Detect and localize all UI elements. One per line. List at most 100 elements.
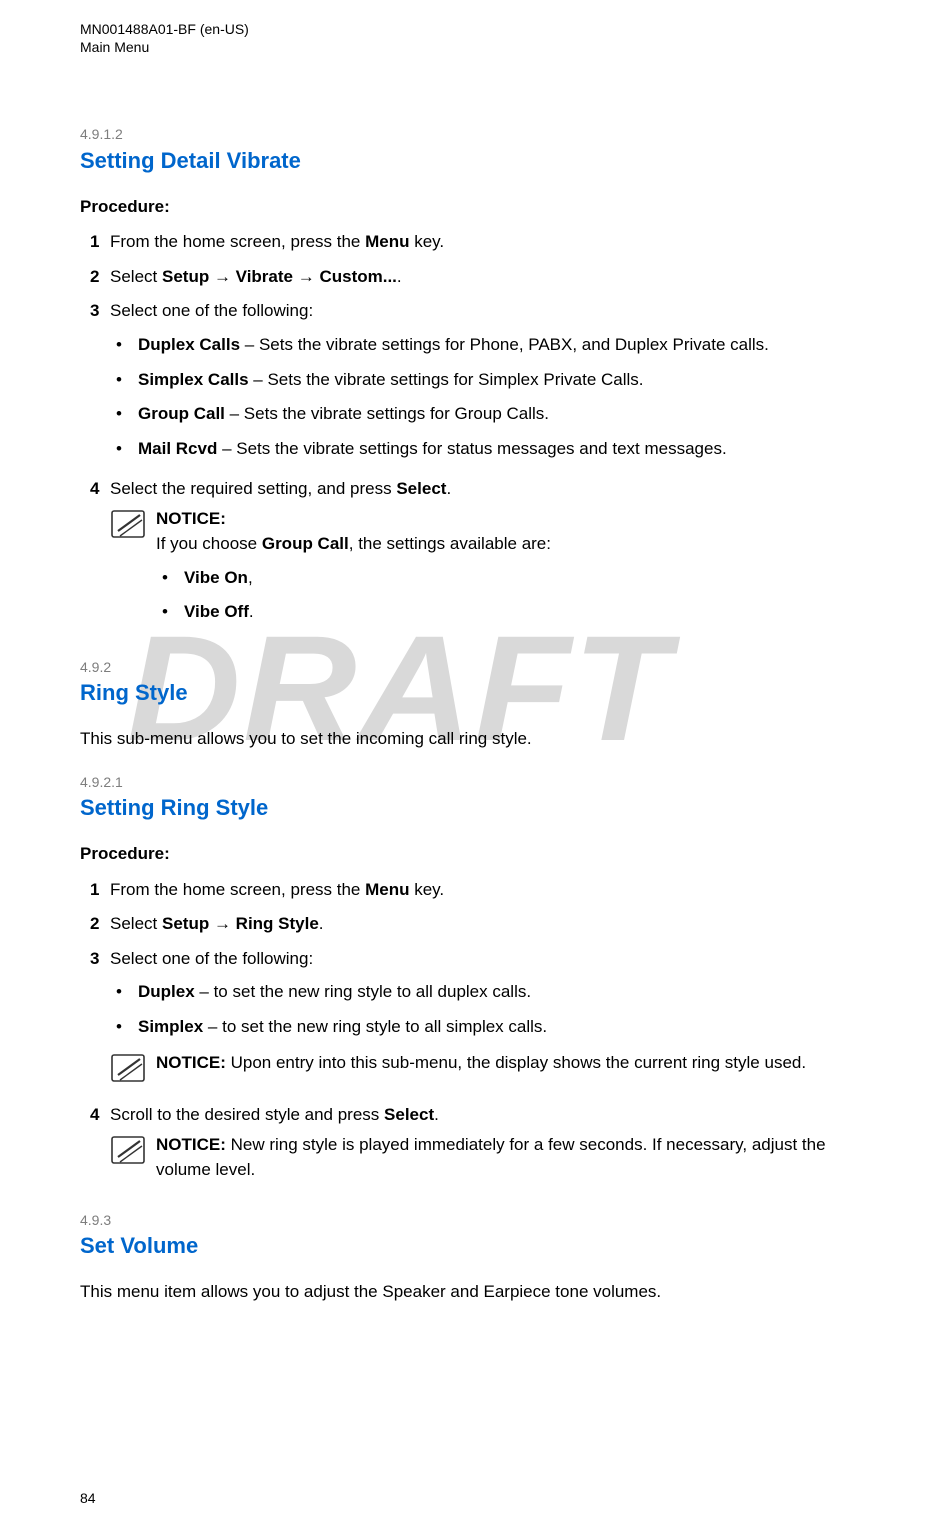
option-name: Duplex [138, 982, 195, 1001]
option-name: Group Call [262, 534, 349, 553]
notice-text: If you choose Group Call, the settings a… [156, 532, 868, 557]
text: key. [410, 880, 445, 899]
option-name: Mail Rcvd [138, 439, 217, 458]
section-number: 4.9.1.2 [80, 124, 868, 144]
section-title: Setting Ring Style [80, 792, 868, 824]
option-text: Group Call – Sets the vibrate settings f… [138, 402, 868, 427]
step-text: Select the required setting, and press S… [110, 479, 451, 498]
notice-icon [110, 507, 156, 630]
notice-icon [110, 1051, 156, 1083]
text: – to set the new ring style to all duple… [195, 982, 531, 1001]
bullet: • [156, 600, 184, 625]
section-title: Setting Detail Vibrate [80, 145, 868, 177]
notice-label: NOTICE: [156, 1053, 226, 1072]
text: → [293, 267, 319, 286]
step-number: 4 [80, 1103, 110, 1183]
page-header: MN001488A01-BF (en-US) Main Menu [80, 20, 868, 56]
step-number: 2 [80, 265, 110, 290]
step-text: Select one of the following: [110, 301, 313, 320]
section-title: Set Volume [80, 1230, 868, 1262]
section-number: 4.9.3 [80, 1210, 868, 1230]
key-name: Select [396, 479, 446, 498]
key-name: Menu [365, 880, 409, 899]
text: Select [110, 914, 162, 933]
option-name: Group Call [138, 404, 225, 423]
notice-icon [110, 1133, 156, 1182]
text: From the home screen, press the [110, 232, 365, 251]
bullet: • [110, 402, 138, 427]
step-text: From the home screen, press the Menu key… [110, 230, 868, 255]
notice-body: NOTICE: New ring style is played immedia… [156, 1133, 868, 1182]
step: 3 Select one of the following: •Duplex –… [80, 942, 868, 1088]
text: – Sets the vibrate settings for Phone, P… [240, 335, 769, 354]
option-text: Vibe Off. [184, 600, 868, 625]
text: . [319, 914, 324, 933]
menu-path-item: Vibrate [236, 267, 293, 286]
bullet: • [110, 980, 138, 1005]
option-text: Simplex Calls – Sets the vibrate setting… [138, 368, 868, 393]
section-title: Ring Style [80, 677, 868, 709]
text: Scroll to the desired style and press [110, 1105, 384, 1124]
option-text: Duplex Calls – Sets the vibrate settings… [138, 333, 868, 358]
step: 4 Scroll to the desired style and press … [80, 1098, 868, 1188]
step-number: 3 [80, 947, 110, 1083]
bullet: • [110, 368, 138, 393]
text: key. [410, 232, 445, 251]
option-text: Mail Rcvd – Sets the vibrate settings fo… [138, 437, 868, 462]
option-name: Simplex Calls [138, 370, 249, 389]
document-page: MN001488A01-BF (en-US) Main Menu 4.9.1.2… [0, 0, 868, 1305]
section-number: 4.9.2.1 [80, 772, 868, 792]
menu-path-item: Setup [162, 267, 209, 286]
list-item: •Duplex Calls – Sets the vibrate setting… [110, 328, 868, 363]
list-item: •Simplex – to set the new ring style to … [110, 1010, 868, 1045]
list-item: •Simplex Calls – Sets the vibrate settin… [110, 363, 868, 398]
text: . [249, 602, 254, 621]
section-number: 4.9.2 [80, 657, 868, 677]
text: → [209, 914, 235, 933]
procedure-steps: 1 From the home screen, press the Menu k… [80, 225, 868, 635]
list-item: •Vibe On, [156, 561, 868, 596]
step-text: Select Setup → Ring Style. [110, 912, 868, 937]
list-item: •Group Call – Sets the vibrate settings … [110, 397, 868, 432]
notice-label: NOTICE: [156, 1135, 226, 1154]
key-name: Menu [365, 232, 409, 251]
section-description: This menu item allows you to adjust the … [80, 1280, 868, 1305]
step: 2 Select Setup → Ring Style. [80, 907, 868, 942]
option-list: •Duplex – to set the new ring style to a… [110, 975, 868, 1044]
bullet: • [110, 333, 138, 358]
notice-body: NOTICE: Upon entry into this sub-menu, t… [156, 1051, 868, 1083]
procedure-label: Procedure: [80, 195, 868, 220]
option-text: Vibe On, [184, 566, 868, 591]
procedure-label: Procedure: [80, 842, 868, 867]
step-body: Select the required setting, and press S… [110, 477, 868, 630]
step: 1 From the home screen, press the Menu k… [80, 225, 868, 260]
option-name: Vibe On [184, 568, 248, 587]
step-text: From the home screen, press the Menu key… [110, 878, 868, 903]
step-number: 2 [80, 912, 110, 937]
option-text: Simplex – to set the new ring style to a… [138, 1015, 868, 1040]
step-number: 1 [80, 230, 110, 255]
text: – Sets the vibrate settings for Simplex … [249, 370, 644, 389]
doc-section: Main Menu [80, 38, 868, 56]
notice-block: NOTICE: If you choose Group Call, the se… [110, 507, 868, 630]
bullet: • [110, 1015, 138, 1040]
bullet: • [156, 566, 184, 591]
key-name: Select [384, 1105, 434, 1124]
step-body: Scroll to the desired style and press Se… [110, 1103, 868, 1183]
text: – Sets the vibrate settings for Group Ca… [225, 404, 549, 423]
bullet: • [110, 437, 138, 462]
text: . [446, 479, 451, 498]
step-text: Select one of the following: [110, 949, 313, 968]
text: From the home screen, press the [110, 880, 365, 899]
notice-block: NOTICE: New ring style is played immedia… [110, 1133, 868, 1182]
text: Select [110, 267, 162, 286]
list-item: •Duplex – to set the new ring style to a… [110, 975, 868, 1010]
notice-block: NOTICE: Upon entry into this sub-menu, t… [110, 1051, 868, 1083]
notice-body: NOTICE: If you choose Group Call, the se… [156, 507, 868, 630]
step-text: Scroll to the desired style and press Se… [110, 1105, 439, 1124]
option-name: Simplex [138, 1017, 203, 1036]
procedure-steps: 1 From the home screen, press the Menu k… [80, 873, 868, 1188]
option-list: •Duplex Calls – Sets the vibrate setting… [110, 328, 868, 467]
section-description: This sub-menu allows you to set the inco… [80, 727, 868, 752]
menu-path-item: Ring Style [236, 914, 319, 933]
